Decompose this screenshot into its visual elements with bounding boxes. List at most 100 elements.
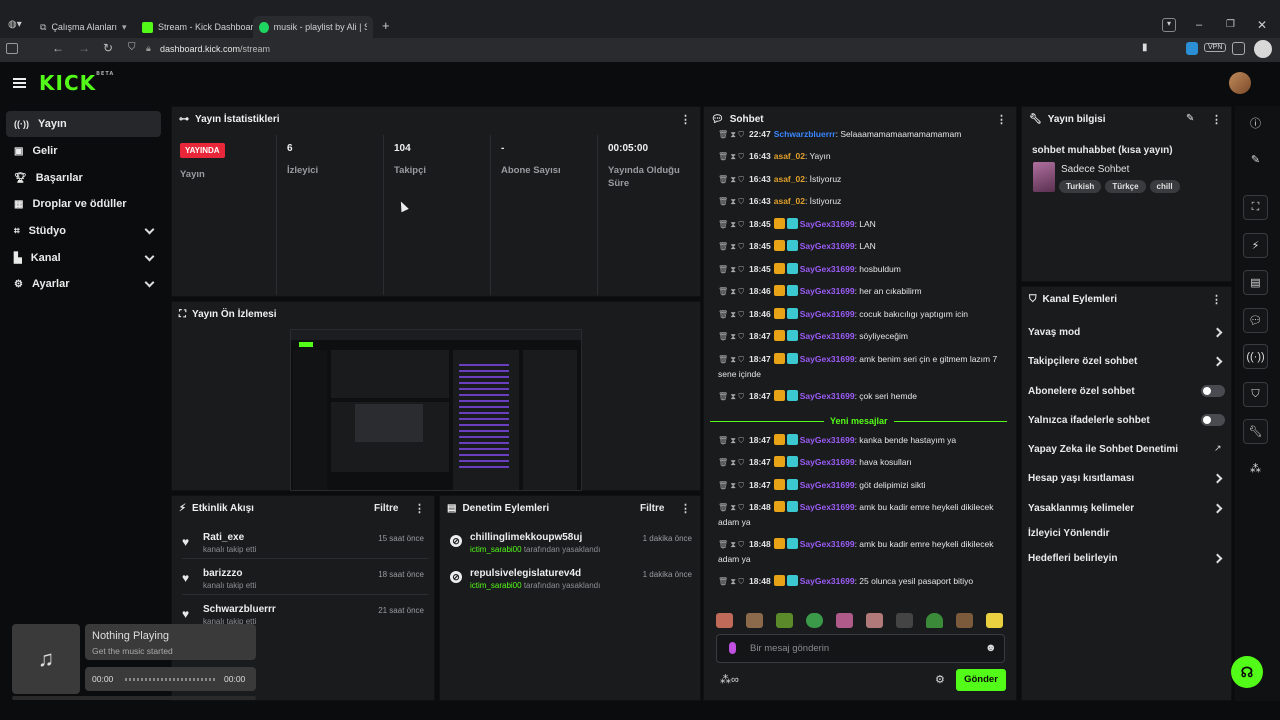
set-goals-item[interactable]: Hedefleri belirleyin xyxy=(1028,553,1117,564)
message-username[interactable]: SayGex31699 xyxy=(800,539,855,549)
message-username[interactable]: SayGex31699 xyxy=(800,391,855,401)
progress-track[interactable] xyxy=(125,678,217,681)
emote-icon[interactable] xyxy=(926,613,943,628)
mod-actions-icon[interactable]: 🗑︎ ⧗ ⛉ xyxy=(718,263,744,277)
profile-avatar-icon[interactable] xyxy=(1254,40,1272,58)
mod-actions-icon[interactable]: 🗑︎ ⧗ ⛉ xyxy=(718,285,744,299)
mod-actions-icon[interactable]: 🗑︎ ⧗ ⛉ xyxy=(718,240,744,254)
emote-icon[interactable] xyxy=(896,613,913,628)
support-button[interactable]: ☊ xyxy=(1231,656,1263,688)
emoji-icon[interactable]: ☻ xyxy=(985,642,997,654)
forward-icon[interactable]: → xyxy=(78,41,90,55)
shield-button[interactable]: ⛉ xyxy=(1243,382,1268,407)
tag-pill[interactable]: Türkçe xyxy=(1105,180,1146,193)
emote-icon[interactable] xyxy=(836,613,853,628)
vpn-badge[interactable]: VPN xyxy=(1204,43,1227,52)
message-username[interactable]: SayGex31699 xyxy=(800,502,855,512)
filter-button[interactable]: Filtre xyxy=(640,503,664,514)
mod-actions-icon[interactable]: 🗑︎ ⧗ ⛉ xyxy=(718,456,744,470)
adblock-icon[interactable] xyxy=(1186,42,1198,55)
emote-icon[interactable] xyxy=(866,613,883,628)
more-options-icon[interactable]: ⋮ xyxy=(680,113,691,126)
sidebar-item-studyo[interactable]: ⌗ Stüdyo xyxy=(6,218,161,244)
broadcast-button[interactable]: ((·)) xyxy=(1243,344,1268,369)
wrench-button[interactable]: 🔧︎ xyxy=(1243,419,1268,444)
tab-spotify[interactable]: musik - playlist by Ali | Spo xyxy=(253,16,373,38)
mod-actions-icon[interactable]: 🗑︎ ⧗ ⛉ xyxy=(718,128,744,142)
message-username[interactable]: SayGex31699 xyxy=(800,435,855,445)
mod-actions-icon[interactable]: 🗑︎ ⧗ ⛉ xyxy=(718,390,744,404)
message-username[interactable]: SayGex31699 xyxy=(800,241,855,251)
capture-button[interactable]: ⛶ xyxy=(1243,195,1268,220)
mod-actions-icon[interactable]: 🗑︎ ⧗ ⛉ xyxy=(718,330,744,344)
hamburger-menu-icon[interactable] xyxy=(13,78,26,88)
message-username[interactable]: asaf_02 xyxy=(774,151,805,161)
host-viewers-item[interactable]: İzleyici Yönlendir xyxy=(1028,528,1110,539)
mod-actions-icon[interactable]: 🗑︎ ⧗ ⛉ xyxy=(718,173,744,187)
tag-pill[interactable]: Turkish xyxy=(1059,180,1102,193)
sidebar-item-droplar[interactable]: ▦ Droplar ve ödüller xyxy=(6,191,161,217)
browser-menu-icon[interactable]: ◍▾ xyxy=(8,19,30,33)
filter-button[interactable]: Filtre xyxy=(374,503,398,514)
sidebar-item-basarilar[interactable]: 🏆︎ Başarılar xyxy=(6,165,161,191)
emotes-only-toggle[interactable] xyxy=(1201,414,1225,426)
back-icon[interactable]: ← xyxy=(52,41,64,55)
mod-actions-icon[interactable]: 🗑︎ ⧗ ⛉ xyxy=(718,575,744,589)
more-options-icon[interactable]: ⋮ xyxy=(996,113,1007,126)
message-username[interactable]: asaf_02 xyxy=(774,196,805,206)
followers-only-item[interactable]: Takipçilere özel sohbet xyxy=(1028,356,1137,367)
emote-icon[interactable] xyxy=(746,613,763,628)
sidebar-item-ayarlar[interactable]: ⚙ Ayarlar xyxy=(6,271,161,297)
chat-button[interactable]: 💬︎ xyxy=(1243,308,1268,333)
community-button[interactable]: ⁂ xyxy=(1243,456,1268,481)
mod-actions-icon[interactable]: 🗑︎ ⧗ ⛉ xyxy=(718,538,744,552)
chat-scrollbar[interactable] xyxy=(1016,317,1017,607)
chat-input-box[interactable]: Bir mesaj gönderin ☻ xyxy=(716,634,1005,663)
more-options-icon[interactable]: ⋮ xyxy=(414,502,425,515)
new-tab-button[interactable]: + xyxy=(382,18,390,33)
user-avatar[interactable] xyxy=(1229,72,1251,94)
emote-icon[interactable] xyxy=(806,613,823,628)
mod-actions-icon[interactable]: 🗑︎ ⧗ ⛉ xyxy=(718,308,744,322)
message-username[interactable]: Schwarzbluerrr xyxy=(774,129,836,139)
message-username[interactable]: SayGex31699 xyxy=(800,286,855,296)
message-username[interactable]: SayGex31699 xyxy=(800,331,855,341)
bookmark-icon[interactable]: ▮ xyxy=(1142,42,1148,53)
mod-actions-icon[interactable]: 🗑︎ ⧗ ⛉ xyxy=(718,218,744,232)
shield-icon[interactable]: ⛉ xyxy=(128,42,136,53)
message-username[interactable]: SayGex31699 xyxy=(800,219,855,229)
more-options-icon[interactable]: ⋮ xyxy=(680,502,691,515)
sidebar-item-kanal[interactable]: ▙ Kanal xyxy=(6,245,161,271)
extensions-icon[interactable] xyxy=(1232,42,1245,55)
mod-actions-icon[interactable]: 🗑︎ ⧗ ⛉ xyxy=(718,150,744,164)
mod-actions-icon[interactable]: 🗑︎ ⧗ ⛉ xyxy=(718,353,744,367)
sidebar-item-yayin[interactable]: ((·)) Yayın xyxy=(6,111,161,137)
tab-workspaces[interactable]: ⧉ Çalışma Alanları ▾ xyxy=(34,16,133,38)
banned-words-item[interactable]: Yasaklanmış kelimeler xyxy=(1028,503,1134,514)
emote-icon[interactable] xyxy=(716,613,733,628)
more-options-icon[interactable]: ⋮ xyxy=(1211,113,1222,126)
mod-actions-icon[interactable]: 🗑︎ ⧗ ⛉ xyxy=(718,434,744,448)
message-username[interactable]: SayGex31699 xyxy=(800,576,855,586)
sidebar-toggle-icon[interactable] xyxy=(6,43,18,54)
mod-actions-icon[interactable]: 🗑︎ ⧗ ⛉ xyxy=(718,195,744,209)
close-window-button[interactable]: ✕ xyxy=(1257,18,1267,32)
maximize-button[interactable]: ❐ xyxy=(1226,19,1235,30)
document-button[interactable]: ▤ xyxy=(1243,270,1268,295)
moderator-name[interactable]: ictim_sarabi00 xyxy=(470,545,522,554)
microphone-icon[interactable] xyxy=(729,642,736,654)
message-username[interactable]: asaf_02 xyxy=(774,174,805,184)
minimize-button[interactable]: – xyxy=(1196,19,1202,31)
page-scrollbar[interactable] xyxy=(12,696,256,700)
chat-settings-icon[interactable]: ⚙ xyxy=(935,673,945,686)
chat-users-icon[interactable]: ⁂∞ xyxy=(720,673,739,686)
account-age-item[interactable]: Hesap yaşı kısıtlaması xyxy=(1028,473,1134,484)
kick-logo[interactable]: KICKBETA xyxy=(39,71,114,95)
info-button[interactable]: ⓘ xyxy=(1243,110,1268,135)
message-username[interactable]: SayGex31699 xyxy=(800,457,855,467)
category-name[interactable]: Sadece Sohbet xyxy=(1061,164,1129,175)
subscribers-only-toggle[interactable] xyxy=(1201,385,1225,397)
emote-icon[interactable] xyxy=(986,613,1003,628)
emote-icon[interactable] xyxy=(956,613,973,628)
reload-icon[interactable]: ↻ xyxy=(103,41,113,55)
